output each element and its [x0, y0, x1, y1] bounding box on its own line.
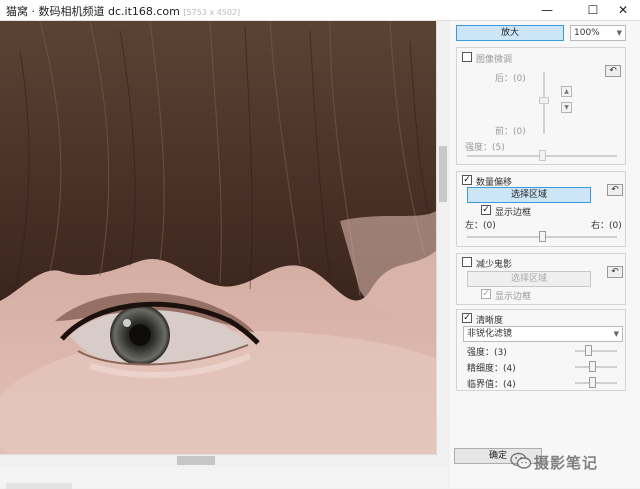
- sharpness-detail-thumb[interactable]: [589, 361, 596, 372]
- fine-tune-back-label: 后：(0): [495, 74, 526, 84]
- title-main: 猫窝 · 数码相机频道: [6, 5, 105, 18]
- sharpness-threshold-track[interactable]: [575, 382, 617, 384]
- secondary-scroll-thumb[interactable]: [6, 483, 72, 489]
- sharpness-strength-thumb[interactable]: [585, 345, 592, 356]
- title-bar: 猫窝 · 数码相机频道 dc.it168.com [5753 x 4502] —…: [0, 0, 640, 21]
- reduce-ghost-checkbox[interactable]: [462, 257, 472, 267]
- color-shift-select-area-button[interactable]: 选择区域: [467, 187, 591, 203]
- horizontal-scrollbar[interactable]: [0, 454, 436, 465]
- reduce-ghost-group: 减少鬼影 选择区域 ↶ ✓ 显示边框: [456, 253, 626, 305]
- sharpness-checkbox[interactable]: ✓: [462, 313, 472, 323]
- title-dimensions: [5753 x 4502]: [183, 8, 241, 17]
- image-viewer[interactable]: [0, 21, 436, 454]
- zoom-value: 100%: [574, 28, 600, 38]
- color-shift-left-label: 左：(0): [465, 221, 496, 231]
- adjustment-panel: 放大 100% ▼ 图像微调 ↶ 后：(0) ▲ ▼ 前：(0) 强度：(5) …: [450, 21, 640, 488]
- sharpness-group: ✓ 清晰度 非锐化滤镜 ▼ 强度：(3) 精细度：(4) 临界值：(4): [456, 309, 626, 391]
- sharpness-filter-select[interactable]: 非锐化滤镜 ▼: [463, 326, 623, 342]
- dropdown-icon: ▼: [616, 29, 622, 37]
- status-bar: [0, 466, 448, 489]
- arrow-up-icon[interactable]: ▲: [561, 86, 572, 97]
- color-shift-group: ✓ 数量偏移 选择区域 ↶ ✓ 显示边框 左：(0) 右：(0): [456, 171, 626, 247]
- fine-tune-group: 图像微调 ↶ 后：(0) ▲ ▼ 前：(0) 强度：(5): [456, 47, 626, 165]
- sharpness-filter-value: 非锐化滤镜: [467, 329, 513, 339]
- close-icon[interactable]: ✕: [606, 0, 640, 20]
- sharpness-strength-track[interactable]: [575, 350, 617, 352]
- reduce-ghost-show-border-checkbox[interactable]: ✓: [481, 289, 491, 299]
- maximize-icon[interactable]: ☐: [576, 0, 610, 20]
- color-shift-show-border-checkbox[interactable]: ✓: [481, 205, 491, 215]
- wechat-logo-icon: [510, 452, 532, 469]
- watermark-text: 摄影笔记: [534, 454, 599, 472]
- sharpness-label: 清晰度: [476, 316, 504, 326]
- color-shift-thumb[interactable]: [539, 231, 546, 242]
- sharpness-detail-track[interactable]: [575, 366, 617, 368]
- fine-tune-strength-thumb[interactable]: [539, 150, 546, 161]
- sharpness-strength-label: 强度：(3): [467, 348, 507, 358]
- zoom-in-button[interactable]: 放大: [456, 25, 564, 41]
- fine-tune-checkbox[interactable]: [462, 52, 472, 62]
- reset-icon[interactable]: ↶: [607, 184, 623, 196]
- minimize-icon[interactable]: —: [530, 0, 564, 20]
- dropdown-icon: ▼: [613, 330, 619, 338]
- color-shift-right-label: 右：(0): [591, 221, 622, 231]
- fine-tune-strength-label: 强度：(5): [465, 143, 505, 153]
- arrow-down-icon[interactable]: ▼: [561, 102, 572, 113]
- sharpness-detail-label: 精细度：(4): [467, 364, 516, 374]
- vertical-scrollbar[interactable]: [436, 21, 448, 456]
- reduce-ghost-select-area-button[interactable]: 选择区域: [467, 271, 591, 287]
- window-title: 猫窝 · 数码相机频道 dc.it168.com [5753 x 4502]: [6, 3, 240, 19]
- title-site: dc.it168.com: [108, 5, 180, 18]
- vertical-scroll-thumb[interactable]: [439, 146, 447, 202]
- photo: [0, 21, 436, 454]
- watermark: 摄影笔记: [510, 449, 640, 475]
- fine-tune-label: 图像微调: [476, 55, 513, 65]
- horizontal-scroll-thumb[interactable]: [177, 456, 215, 465]
- color-shift-checkbox[interactable]: ✓: [462, 175, 472, 185]
- zoom-select[interactable]: 100% ▼: [570, 25, 626, 41]
- reset-icon[interactable]: ↶: [605, 65, 621, 77]
- fine-tune-front-label: 前：(0): [495, 127, 526, 137]
- reset-icon[interactable]: ↶: [607, 266, 623, 278]
- reduce-ghost-show-border-label: 显示边框: [495, 292, 532, 302]
- sharpness-threshold-thumb[interactable]: [589, 377, 596, 388]
- color-shift-show-border-label: 显示边框: [495, 208, 532, 218]
- sharpness-threshold-label: 临界值：(4): [467, 380, 516, 390]
- reduce-ghost-label: 减少鬼影: [476, 260, 513, 270]
- fine-tune-vertical-thumb[interactable]: [539, 97, 549, 104]
